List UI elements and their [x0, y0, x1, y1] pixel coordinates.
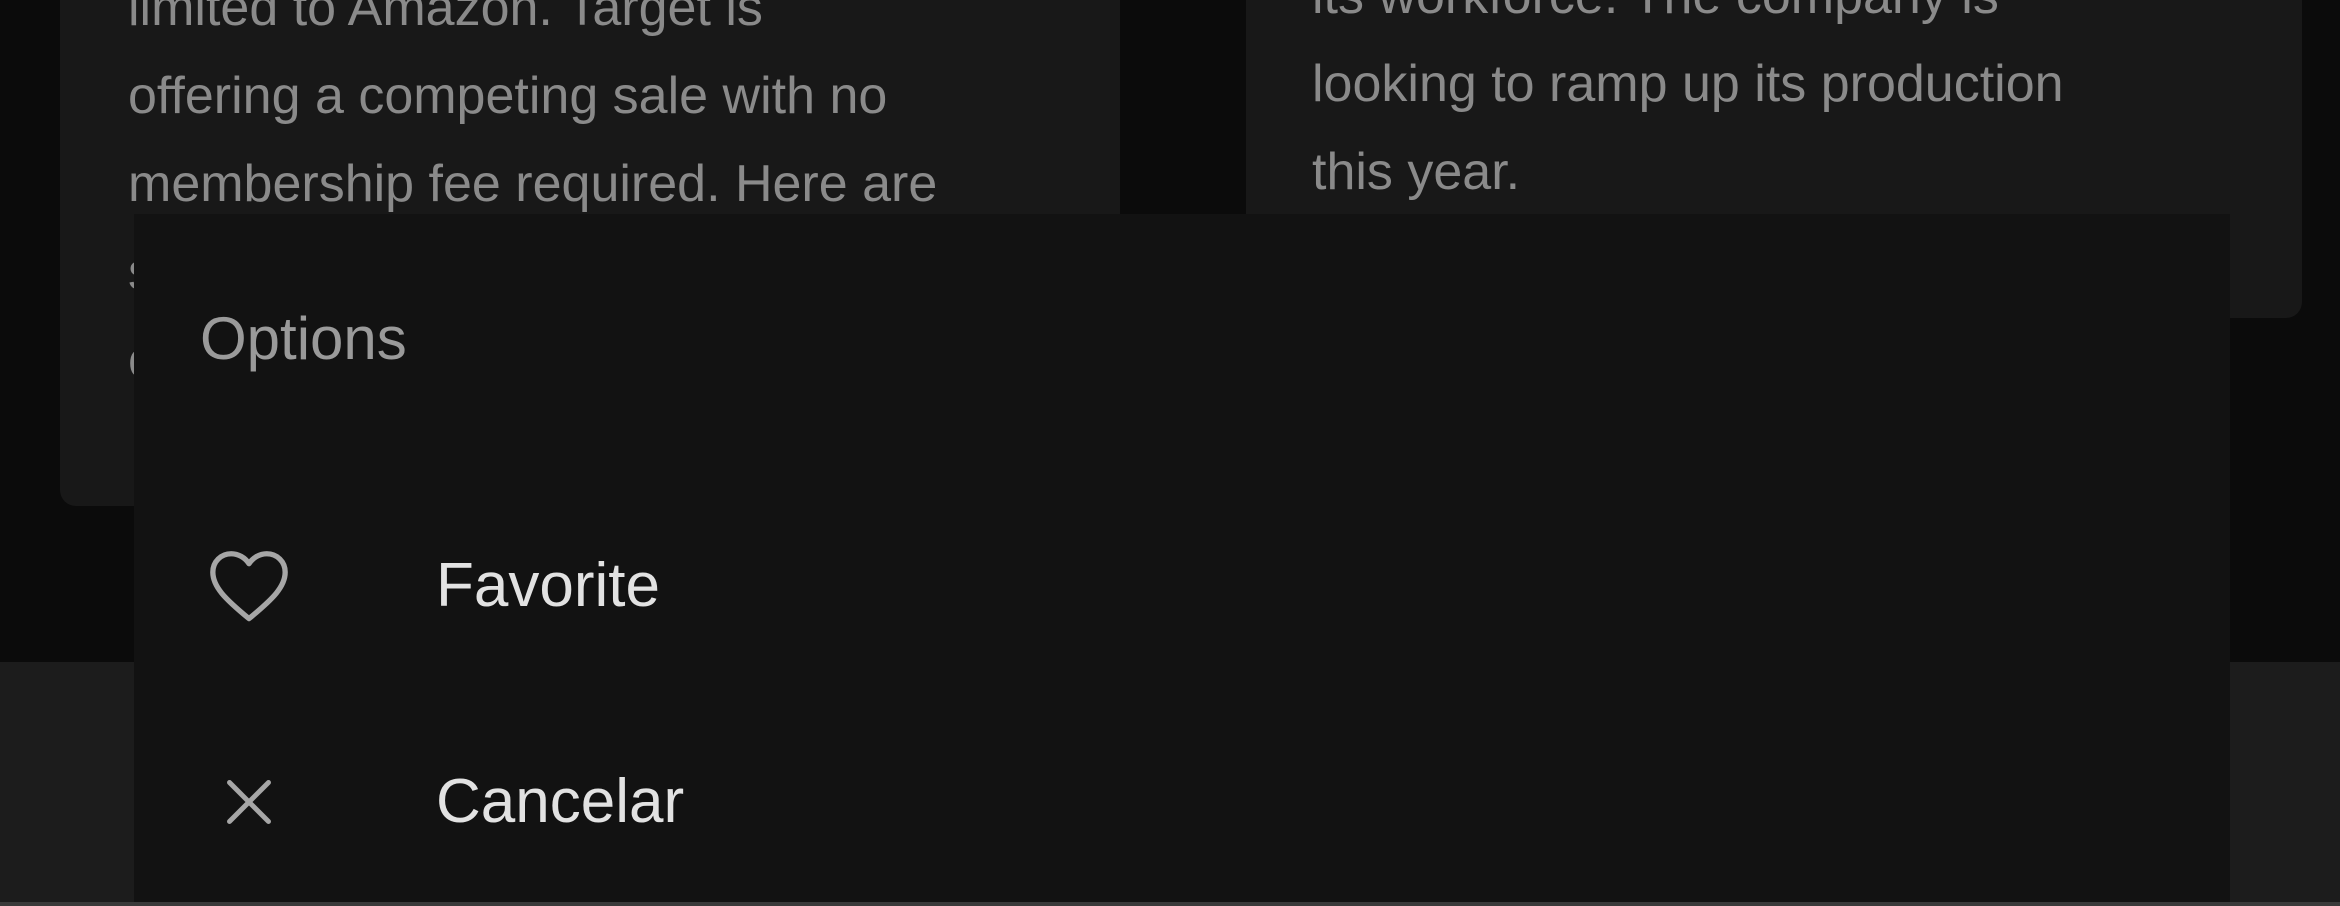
article-snippet-line: limited to Amazon. Target is	[128, 0, 763, 37]
article-snippet-line: this year.	[1312, 143, 1521, 201]
options-title: Options	[200, 305, 407, 372]
app-screen: limited to Amazon. Target is offering a …	[0, 0, 2340, 906]
article-snippet-line: its workforce. The company is	[1312, 0, 2064, 40]
cancel-option[interactable]: Cancelar	[134, 702, 2230, 902]
favorite-option-label: Favorite	[436, 551, 660, 620]
heart-outline-icon	[210, 551, 288, 622]
article-snippet-text: its workforce. The company is looking to…	[1312, 0, 2064, 216]
favorite-option[interactable]: Favorite	[134, 486, 2230, 686]
bottom-divider	[0, 902, 2340, 906]
article-snippet-line: looking to ramp up its production	[1312, 55, 2064, 113]
options-bottom-sheet: Options Favorite Cancelar	[134, 214, 2230, 902]
article-snippet-line: offering a competing sale with no	[128, 67, 888, 125]
close-icon	[227, 780, 271, 824]
cancel-option-label: Cancelar	[436, 767, 685, 836]
